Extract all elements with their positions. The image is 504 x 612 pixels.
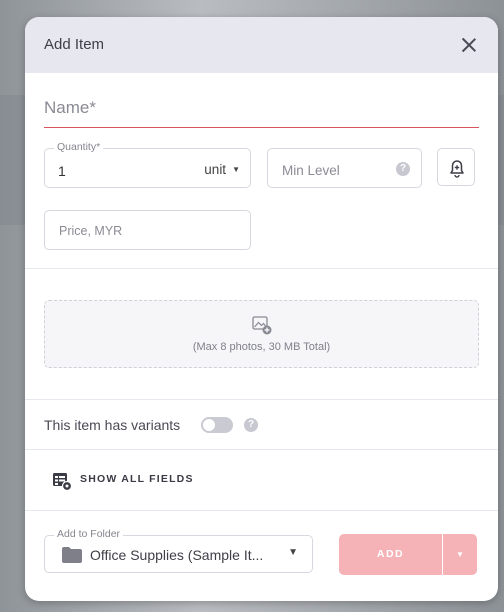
close-icon[interactable] — [458, 34, 480, 56]
variants-toggle[interactable] — [201, 417, 233, 433]
variants-label: This item has variants — [44, 417, 181, 433]
price-placeholder: Price, MYR — [59, 224, 123, 238]
min-level-placeholder: Min Level — [282, 163, 340, 178]
bell-plus-icon — [450, 160, 464, 178]
divider — [25, 449, 498, 450]
name-input[interactable] — [44, 93, 479, 123]
toggle-knob — [203, 419, 215, 431]
form-fields-icon — [53, 473, 72, 491]
chevron-down-icon: ▼ — [456, 550, 464, 559]
divider — [25, 510, 498, 511]
divider — [25, 268, 498, 269]
folder-label: Add to Folder — [54, 528, 124, 540]
min-level-field[interactable]: Min Level ? — [267, 148, 422, 188]
unit-select[interactable]: unit ▼ — [204, 162, 240, 177]
min-level-alert-button[interactable] — [437, 148, 475, 186]
chevron-down-icon: ▼ — [288, 547, 298, 558]
chevron-down-icon: ▼ — [232, 165, 240, 174]
divider — [25, 399, 498, 400]
add-options-button[interactable]: ▼ — [443, 534, 477, 575]
folder-value: Office Supplies (Sample It... — [90, 547, 264, 563]
folder-select[interactable]: Add to Folder Office Supplies (Sample It… — [44, 528, 313, 573]
photo-upload-area[interactable]: (Max 8 photos, 30 MB Total) — [44, 300, 479, 368]
folder-icon — [62, 547, 82, 563]
help-icon[interactable]: ? — [396, 162, 410, 176]
add-item-modal: Add Item Quantity* 1 unit ▼ Min Level ? P… — [25, 17, 498, 601]
quantity-value[interactable]: 1 — [58, 163, 66, 179]
show-all-fields-label: SHOW ALL FIELDS — [80, 473, 194, 485]
add-button[interactable]: ADD — [339, 534, 442, 575]
modal-title: Add Item — [44, 36, 105, 53]
modal-header: Add Item — [25, 17, 498, 73]
price-field[interactable]: Price, MYR — [44, 210, 251, 250]
unit-label: unit — [204, 162, 227, 177]
quantity-field[interactable]: Quantity* 1 unit ▼ — [44, 141, 251, 188]
add-photo-icon — [252, 316, 272, 335]
help-icon[interactable]: ? — [244, 418, 258, 432]
name-field[interactable] — [44, 93, 479, 128]
quantity-label: Quantity* — [54, 141, 104, 153]
photo-upload-caption: (Max 8 photos, 30 MB Total) — [192, 341, 331, 353]
